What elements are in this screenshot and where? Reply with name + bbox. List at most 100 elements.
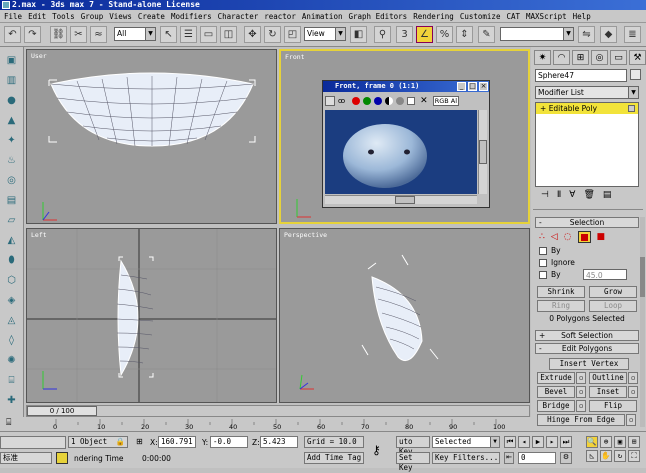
pin-stack-icon[interactable]: ⊣ (541, 190, 549, 200)
manipulate-icon[interactable]: ⚲ (374, 26, 391, 43)
create-teapot-icon[interactable]: ♨ (3, 153, 20, 168)
selection-filter-dropdown[interactable]: All ▼ (114, 27, 156, 41)
layer-manager-icon[interactable]: ≣ (624, 26, 641, 43)
close-icon[interactable]: × (479, 82, 488, 91)
named-selection-set-dropdown[interactable]: ▼ (500, 27, 574, 41)
ignore-backfacing-checkbox[interactable] (539, 259, 547, 267)
alpha-channel-icon[interactable] (385, 97, 394, 105)
hinge-from-edge-button[interactable]: Hinge From Edge (537, 414, 625, 426)
viewport-user[interactable]: User (26, 49, 277, 224)
object-name-field[interactable]: Sphere47 (535, 69, 627, 82)
outline-button[interactable]: Outline (589, 372, 627, 384)
menu-rendering[interactable]: Rendering (413, 12, 454, 21)
menu-character[interactable]: Character (218, 12, 259, 21)
menu-group[interactable]: Group (81, 12, 104, 21)
menu-graph-editors[interactable]: Graph Editors (348, 12, 407, 21)
go-to-start-icon[interactable]: ⏮ (504, 436, 516, 448)
auto-key-button[interactable]: uto Key (396, 436, 430, 456)
rendered-frame-window[interactable]: Front, frame 0 (1:1) _ □ × ꝏ ✕ RGB Al (322, 80, 490, 208)
hinge-settings-icon[interactable]: ▫ (626, 414, 636, 426)
menu-reactor[interactable]: reactor (264, 12, 296, 21)
remove-modifier-icon[interactable]: 🗑 (583, 190, 594, 200)
create-spindle-icon[interactable]: ◊ (3, 333, 20, 348)
stack-item-toggle-icon[interactable] (628, 105, 635, 112)
menu-file[interactable]: File (4, 12, 22, 21)
maxscript-listener[interactable] (0, 436, 66, 449)
key-mode-toggle-icon[interactable]: ⇤ (504, 452, 514, 464)
viewport-perspective[interactable]: Perspective (279, 228, 530, 403)
create-tube-icon[interactable]: ▤ (3, 193, 20, 208)
create-geosphere-icon[interactable]: ✦ (3, 133, 20, 148)
key-mode-dropdown[interactable]: Selected ▼ (432, 436, 500, 448)
save-icon[interactable] (325, 96, 335, 106)
select-link-icon[interactable]: ⛓ (50, 26, 67, 43)
spinner-snap-icon[interactable]: ⇕ (456, 26, 473, 43)
loop-button[interactable]: Loop (589, 300, 637, 312)
maximize-icon[interactable]: □ (468, 82, 477, 91)
create-cylinder-icon[interactable]: ▥ (3, 73, 20, 88)
menu-edit[interactable]: Edit (28, 12, 46, 21)
maximize-viewport-icon[interactable]: ⛶ (628, 450, 640, 462)
green-channel-icon[interactable] (363, 97, 372, 105)
scale-icon[interactable]: ◰ (284, 26, 301, 43)
polygon-level-icon[interactable] (577, 231, 591, 243)
menu-views[interactable]: Views (109, 12, 132, 21)
menu-modifiers[interactable]: Modifiers (171, 12, 212, 21)
create-tab-icon[interactable]: ✷ (534, 50, 551, 65)
angle-spinner[interactable]: 45.0 (583, 269, 627, 280)
select-by-name-icon[interactable]: ☰ (180, 26, 197, 43)
create-pyramid-icon[interactable]: ◭ (3, 233, 20, 248)
bevel-settings-icon[interactable]: ▫ (576, 386, 586, 398)
create-helper-icon[interactable]: ✚ (3, 393, 20, 408)
menu-create[interactable]: Create (138, 12, 165, 21)
by-vertex-checkbox[interactable] (539, 247, 547, 255)
bevel-button[interactable]: Bevel (537, 386, 575, 398)
panel-scrollbar[interactable] (640, 217, 645, 427)
red-channel-icon[interactable] (352, 97, 361, 105)
minimize-icon[interactable]: _ (457, 82, 466, 91)
time-configuration-icon[interactable]: ⚙ (560, 452, 572, 464)
pan-icon[interactable]: ✋ (600, 450, 612, 462)
add-time-tag-button[interactable]: Add Time Tag (304, 452, 364, 464)
z-coordinate-field[interactable]: 5.423 (260, 436, 298, 448)
pivot-icon[interactable]: ◧ (350, 26, 367, 43)
menu-maxscript[interactable]: MAXScript (526, 12, 567, 21)
percent-snap-icon[interactable]: % (436, 26, 453, 43)
key-icon[interactable]: ⚷ (372, 443, 381, 457)
go-to-end-icon[interactable]: ⏭ (560, 436, 572, 448)
grow-button[interactable]: Grow (589, 286, 637, 298)
hierarchy-tab-icon[interactable]: ⊞ (572, 50, 589, 65)
lock-selection-icon[interactable]: 🔒 (116, 437, 125, 447)
vertex-level-icon[interactable]: ∴ (539, 232, 545, 242)
modify-tab-icon[interactable]: ◠ (553, 50, 570, 65)
previous-frame-icon[interactable]: ◂ (518, 436, 530, 448)
rotate-icon[interactable]: ↻ (264, 26, 281, 43)
menu-tools[interactable]: Tools (52, 12, 75, 21)
zoom-icon[interactable]: 🔍 (586, 436, 598, 448)
soft-selection-rollout-header[interactable]: + Soft Selection (535, 330, 639, 341)
make-unique-icon[interactable]: ∀ (569, 190, 575, 200)
create-cone-icon[interactable]: ▲ (3, 113, 20, 128)
ref-coord-dropdown[interactable]: View ▼ (304, 27, 346, 41)
configure-sets-icon[interactable]: ▤ (603, 190, 612, 200)
menu-cat[interactable]: CAT (506, 12, 520, 21)
time-slider-thumb[interactable]: 0 / 100 (27, 406, 97, 416)
track-bar[interactable]: ⌸ 0 10 20 30 40 50 60 70 80 90 100 (0, 417, 531, 431)
bind-space-warp-icon[interactable]: ≈ (90, 26, 107, 43)
extrude-settings-icon[interactable]: ▫ (576, 372, 586, 384)
zoom-extents-icon[interactable]: ▣ (614, 436, 626, 448)
arc-rotate-icon[interactable]: ↻ (614, 450, 626, 462)
set-key-button[interactable]: Set Key (396, 452, 430, 472)
object-color-swatch[interactable] (630, 69, 641, 80)
window-crossing-icon[interactable]: ◫ (220, 26, 237, 43)
create-hedra-icon[interactable]: ⬡ (3, 273, 20, 288)
inset-settings-icon[interactable]: ▫ (628, 386, 638, 398)
menu-customize[interactable]: Customize (460, 12, 501, 21)
y-coordinate-field[interactable]: -0.0 (210, 436, 248, 448)
edge-level-icon[interactable]: ◁ (551, 232, 558, 242)
play-icon[interactable]: ▶ (532, 436, 544, 448)
named-selection-icon[interactable]: ✎ (478, 26, 495, 43)
create-camera-icon[interactable]: ⌸ (3, 373, 20, 388)
create-box-icon[interactable]: ▣ (3, 53, 20, 68)
menu-animation[interactable]: Animation (302, 12, 343, 21)
